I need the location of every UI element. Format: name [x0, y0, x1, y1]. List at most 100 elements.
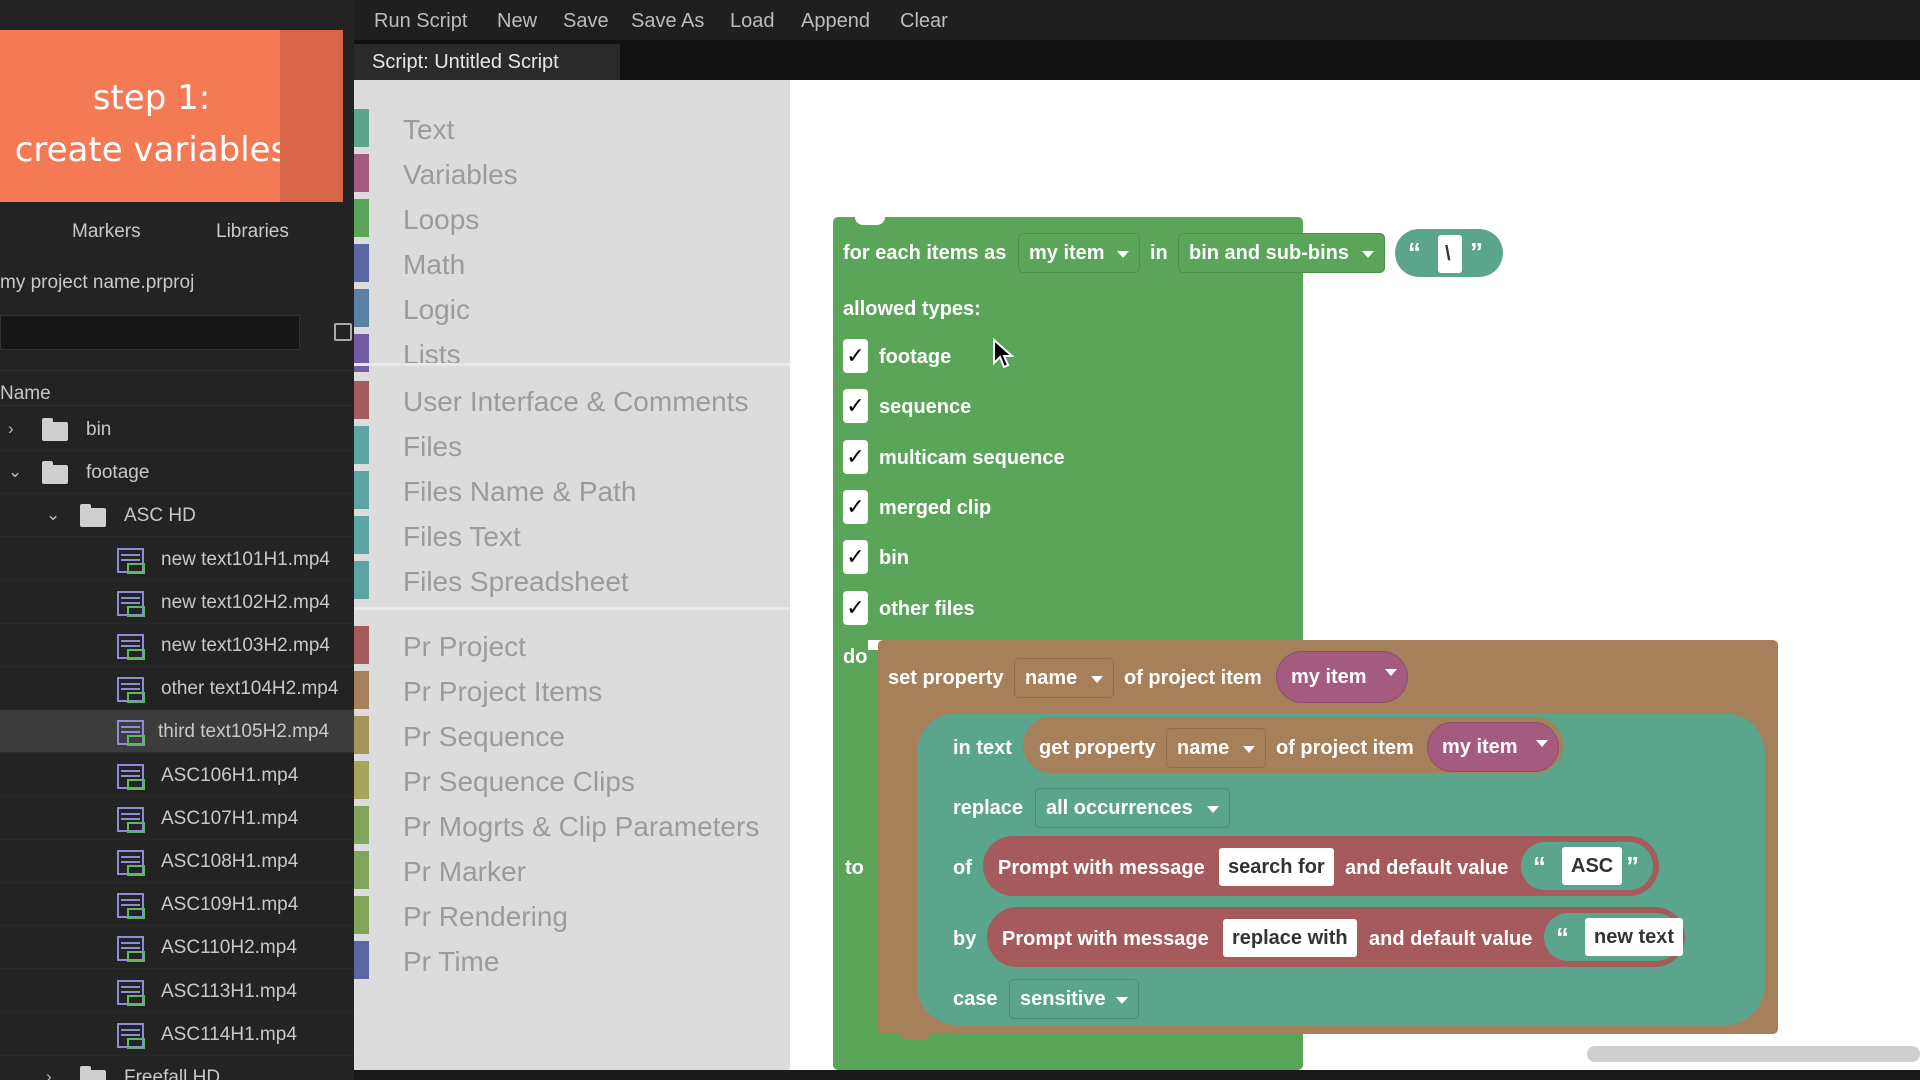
search-default-field[interactable]: ASC: [1562, 847, 1623, 885]
type-checkbox[interactable]: ✓: [843, 489, 868, 524]
project-panel: step 1: create variables Markers Librari…: [0, 0, 354, 1080]
video-file-icon: [117, 547, 145, 574]
get-item-variable-dropdown[interactable]: my item: [1427, 722, 1559, 772]
toolbox-category[interactable]: Files Spreadsheet: [354, 558, 790, 600]
category-color-swatch: [354, 199, 369, 237]
toolbox-category[interactable]: Math: [354, 241, 790, 283]
quote-open-icon: “: [1556, 922, 1569, 952]
step-overlay-shade: [280, 30, 343, 202]
set-property-dropdown[interactable]: name: [1014, 658, 1114, 698]
file-row[interactable]: ASC109H1.mp4: [0, 883, 354, 927]
save-button[interactable]: Save: [563, 10, 609, 33]
set-item-variable-dropdown[interactable]: my item: [1276, 651, 1408, 703]
get-property-label: get property: [1039, 737, 1156, 759]
get-property-dropdown[interactable]: name: [1166, 728, 1266, 768]
folder-icon: [42, 418, 68, 441]
replace-mode-dropdown[interactable]: all occurrences: [1035, 788, 1230, 828]
workspace-scrollbar[interactable]: [1587, 1046, 1920, 1062]
type-checkbox[interactable]: ✓: [843, 590, 868, 625]
file-row[interactable]: new text102H2.mp4: [0, 581, 354, 624]
toolbox-category[interactable]: Pr Marker: [354, 848, 790, 890]
case-label: case: [953, 988, 998, 1010]
row-label: ASC107H1.mp4: [161, 807, 299, 829]
foreach-scope-dropdown[interactable]: bin and sub-bins: [1178, 233, 1385, 273]
folder-row[interactable]: ⌄ ASC HD: [0, 494, 354, 538]
video-file-icon: [117, 590, 145, 617]
toolbox-category[interactable]: Files Text: [354, 513, 790, 555]
row-label: other text104H2.mp4: [161, 678, 339, 700]
foreach-variable-dropdown[interactable]: my item: [1018, 233, 1140, 273]
type-checkbox[interactable]: ✓: [843, 389, 868, 424]
row-label: ASC113H1.mp4: [161, 980, 297, 1002]
row-label: ASC HD: [124, 505, 196, 527]
quote-close-icon: ”: [1626, 851, 1639, 881]
load-button[interactable]: Load: [730, 10, 775, 33]
chevron-right-icon[interactable]: ›: [8, 419, 14, 439]
type-checkbox[interactable]: ✓: [843, 339, 868, 373]
file-row[interactable]: ASC113H1.mp4: [0, 970, 354, 1013]
append-button[interactable]: Append: [801, 10, 870, 33]
toolbox-category[interactable]: Files: [354, 423, 790, 465]
toolbox-category[interactable]: Logic: [354, 286, 790, 328]
chevron-right-icon[interactable]: ›: [46, 1067, 52, 1080]
save-as-button[interactable]: Save As: [631, 10, 704, 33]
toolbox-category[interactable]: Files Name & Path: [354, 468, 790, 510]
type-label: multicam sequence: [879, 446, 1065, 469]
chevron-down-icon[interactable]: ⌄: [8, 462, 22, 482]
of-label: of: [953, 857, 972, 879]
file-row[interactable]: ASC107H1.mp4: [0, 797, 354, 840]
toolbox-category[interactable]: Variables: [354, 151, 790, 193]
clear-button[interactable]: Clear: [900, 10, 948, 33]
file-row[interactable]: ASC110H2.mp4: [0, 926, 354, 970]
file-row[interactable]: new text101H1.mp4: [0, 538, 354, 581]
tab-markers[interactable]: Markers: [72, 221, 141, 243]
chevron-down-icon[interactable]: ⌄: [46, 505, 60, 525]
toolbox-category[interactable]: Loops: [354, 196, 790, 238]
row-label: ASC108H1.mp4: [161, 851, 299, 872]
quote-open-icon: “: [1408, 237, 1421, 267]
folder-row[interactable]: › Freefall HD: [0, 1056, 354, 1080]
block-tab: [900, 1030, 930, 1040]
category-color-swatch: [354, 154, 369, 192]
toolbox-category[interactable]: Pr Sequence: [354, 713, 790, 755]
toolbox-category[interactable]: Text: [354, 106, 790, 148]
search-message-field[interactable]: search for: [1219, 848, 1334, 886]
new-button[interactable]: New: [497, 10, 537, 33]
file-row[interactable]: other text104H2.mp4: [0, 667, 354, 711]
file-row[interactable]: ASC108H1.mp4: [0, 840, 354, 883]
toolbox-category[interactable]: Pr Project Items: [354, 668, 790, 710]
category-label: Pr Rendering: [403, 901, 568, 932]
toolbox-category[interactable]: User Interface & Comments: [354, 378, 790, 420]
case-mode-dropdown[interactable]: sensitive: [1009, 979, 1139, 1019]
file-row[interactable]: new text103H2.mp4: [0, 624, 354, 667]
set-of-project-item-label: of project item: [1124, 667, 1262, 689]
toolbox-category[interactable]: Pr Time: [354, 938, 790, 980]
toolbox-category[interactable]: Pr Mogrts & Clip Parameters: [354, 803, 790, 845]
file-row[interactable]: ASC114H1.mp4: [0, 1013, 354, 1056]
replace-message-field[interactable]: replace with: [1223, 919, 1357, 957]
folder-row[interactable]: › bin: [0, 408, 354, 451]
type-label: merged clip: [879, 496, 992, 519]
toolbox-category[interactable]: Lists: [354, 331, 790, 373]
type-label: sequence: [879, 396, 972, 419]
row-label: ASC106H1.mp4: [161, 764, 299, 786]
block-workspace[interactable]: for each items as my item in bin and sub…: [790, 80, 1920, 1070]
row-label: Freefall HD: [124, 1067, 221, 1080]
run-script-button[interactable]: Run Script: [374, 10, 467, 33]
column-header-name[interactable]: Name: [0, 370, 354, 406]
project-search-input[interactable]: [0, 315, 300, 350]
tab-libraries[interactable]: Libraries: [216, 221, 289, 243]
toolbox-category[interactable]: Pr Project: [354, 623, 790, 665]
file-row[interactable]: ASC106H1.mp4: [0, 754, 354, 797]
toolbox-category[interactable]: Pr Sequence Clips: [354, 758, 790, 800]
separator-text-field[interactable]: \: [1438, 235, 1462, 273]
folder-row[interactable]: ⌄ footage: [0, 451, 354, 495]
script-title-tab[interactable]: Script: Untitled Script: [354, 44, 620, 80]
category-color-swatch: [354, 941, 369, 979]
quote-close-icon: ”: [1470, 237, 1483, 267]
toolbox-category[interactable]: Pr Rendering: [354, 893, 790, 935]
new-bin-icon[interactable]: [334, 323, 352, 341]
file-row[interactable]: third text105H2.mp4: [0, 710, 354, 754]
type-checkbox[interactable]: ✓: [843, 540, 868, 575]
type-checkbox[interactable]: ✓: [843, 439, 868, 474]
